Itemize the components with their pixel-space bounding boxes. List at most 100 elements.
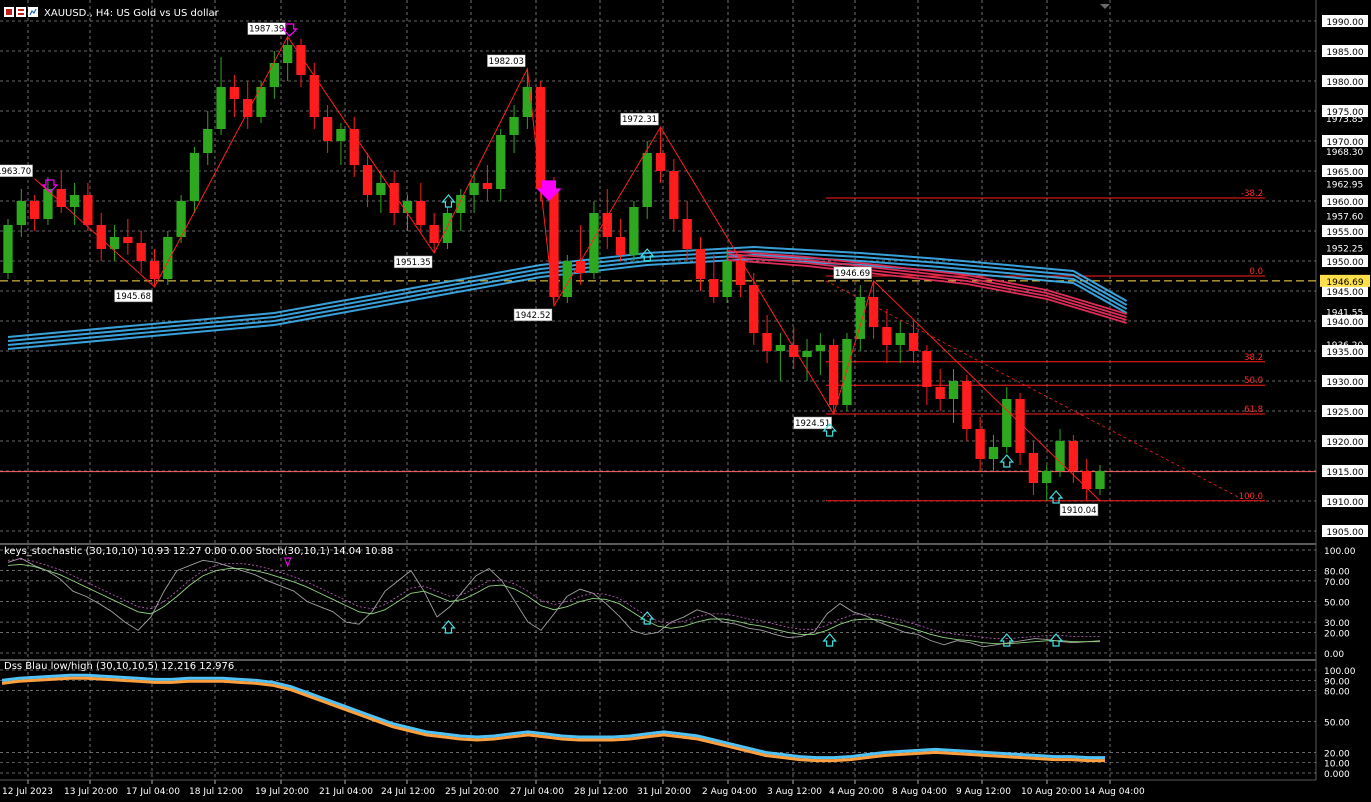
candle-body — [815, 345, 826, 351]
swing-label: 1942.52 — [513, 308, 553, 322]
candle-body — [762, 333, 772, 351]
fib-level-label: 38.2 — [1244, 353, 1263, 363]
chart-table-icon[interactable] — [16, 7, 26, 17]
fib-level-label: 100.0 — [1239, 492, 1263, 502]
price-axis-label: 1965.00 — [1326, 168, 1363, 178]
candle-body — [1002, 399, 1012, 447]
buy-arrow-icon — [999, 633, 1015, 647]
price-axis-label: 1970.00 — [1326, 138, 1363, 148]
candle-body — [69, 195, 80, 207]
candle-body — [83, 195, 93, 225]
candle-body — [802, 351, 812, 357]
chart-title: XAUUSD., H4: US Gold vs US dollar — [44, 8, 220, 19]
time-axis-label: 3 Aug 12:00 — [767, 787, 822, 797]
price-axis-label: 1985.00 — [1326, 48, 1363, 58]
price-axis-label: 1955.00 — [1326, 228, 1363, 238]
swing-label-text: 1910.04 — [1061, 506, 1096, 516]
swing-label-text: 1963.70 — [0, 167, 31, 177]
candle-body — [442, 213, 453, 243]
dss-scale-label: 100.00 — [1324, 667, 1356, 677]
candle-body — [828, 345, 839, 405]
candle-body — [203, 129, 213, 153]
candle-body — [935, 387, 945, 399]
time-axis-label: 24 Jul 12:00 — [381, 787, 435, 797]
price-axis-label: 1905.00 — [1326, 528, 1363, 538]
candle-body — [895, 333, 905, 345]
candle-body — [709, 279, 719, 297]
candle-body — [908, 333, 919, 351]
candle-body — [669, 171, 679, 219]
candle-body — [695, 249, 706, 279]
buy-arrow-icon — [999, 454, 1015, 468]
dss-scale-label: 20.00 — [1324, 749, 1350, 759]
fib-level-label: 50.0 — [1244, 376, 1263, 386]
swing-label: 1945.68 — [114, 289, 153, 303]
candle-body — [1068, 441, 1079, 471]
swing-label-text: 1972.31 — [622, 115, 657, 125]
dss-scale-label: 0.000 — [1324, 770, 1350, 780]
swing-label-text: 1942.52 — [515, 311, 550, 321]
price-axis-label: 1968.30 — [1326, 148, 1363, 158]
swing-label: 1982.03 — [487, 54, 526, 68]
candle-body — [16, 201, 26, 225]
dss-scale-label: 10.00 — [1324, 760, 1350, 770]
sell-arrow-icon — [283, 557, 292, 568]
time-axis-label: 10 Aug 20:00 — [1021, 787, 1082, 797]
time-axis-label: 19 Jul 20:00 — [255, 787, 309, 797]
swing-label-text: 1945.68 — [116, 292, 151, 302]
candle-body — [642, 153, 652, 207]
swing-label-text: 1951.35 — [396, 258, 431, 268]
time-axis-label: 12 Jul 2023 — [2, 787, 53, 797]
stoch-scale-label: 50.00 — [1324, 599, 1350, 609]
candle-body — [362, 165, 373, 195]
chart-grid-icon[interactable] — [4, 7, 14, 17]
dss-pane[interactable]: 100.0090.0080.00 50.00 20.0010.000.000 — [0, 667, 1356, 780]
candle-body — [496, 135, 506, 189]
trading-chart[interactable]: -38.2 0.0 38.2 50.0 61.8 100.0 1963.70 1987.39… — [0, 0, 1371, 802]
time-axis-label: 9 Aug 12:00 — [956, 787, 1011, 797]
candle-body — [682, 219, 692, 249]
time-axis-label: 31 Jul 20:00 — [637, 787, 691, 797]
stoch-scale-label: 0.00 — [1324, 650, 1344, 660]
price-pane[interactable]: -38.2 0.0 38.2 50.0 61.8 100.0 1963.70 1987.39… — [0, 22, 1316, 517]
buy-arrow-icon — [639, 248, 655, 262]
fibonacci-levels[interactable]: -38.2 0.0 38.2 50.0 61.8 100.0 — [825, 189, 1265, 502]
price-axis-label: 1925.00 — [1326, 408, 1363, 418]
scroll-indicator-icon[interactable] — [1100, 4, 1110, 9]
price-axis-label: 1952.25 — [1326, 245, 1363, 255]
swing-label-text: 1946.69 — [835, 269, 870, 279]
chart-header: XAUUSD., H4: US Gold vs US dollar — [4, 4, 1110, 19]
time-axis-label: 21 Jul 04:00 — [319, 787, 373, 797]
time-axis-label: 4 Aug 20:00 — [829, 787, 884, 797]
candle-body — [322, 117, 333, 141]
time-axis-label: 27 Jul 04:00 — [510, 787, 564, 797]
candle-body — [282, 45, 293, 63]
swing-label: 1951.35 — [393, 255, 433, 269]
fib-level-label: 0.0 — [1249, 267, 1263, 277]
candle-body — [1082, 471, 1092, 489]
candle-body — [482, 183, 493, 189]
stochastic-title: keys_stochastic (30,10,10) 10.93 12.27 0… — [4, 546, 393, 557]
time-axis-label: 13 Jul 20:00 — [64, 787, 118, 797]
candle-body — [775, 345, 786, 351]
trade-chart-icon[interactable] — [28, 7, 38, 17]
stoch-scale-label: 30.00 — [1324, 619, 1350, 629]
time-axis-label: 8 Aug 04:00 — [892, 787, 947, 797]
price-axis-label: 1957.60 — [1326, 212, 1363, 222]
candle-body — [1042, 471, 1052, 483]
candle-body — [336, 129, 346, 141]
candle-body — [3, 225, 13, 273]
candle-body — [469, 183, 479, 195]
dss-scale-label: 50.00 — [1324, 719, 1350, 729]
candle-body — [216, 87, 226, 129]
dss-blue-line — [1, 673, 1105, 760]
swing-label: 1946.69 — [833, 266, 872, 280]
candle-body — [56, 189, 66, 207]
stochastic-pane[interactable]: 100.00 80.0070.00 50.00 30.0020.00 0.00 — [0, 547, 1356, 660]
swing-label-text: 1982.03 — [489, 57, 524, 67]
candle-body — [749, 285, 759, 333]
price-axis-label: 1910.00 — [1326, 498, 1363, 508]
candle-body — [229, 87, 240, 99]
candle-body — [948, 381, 959, 399]
time-axis-label: 25 Jul 20:00 — [445, 787, 499, 797]
